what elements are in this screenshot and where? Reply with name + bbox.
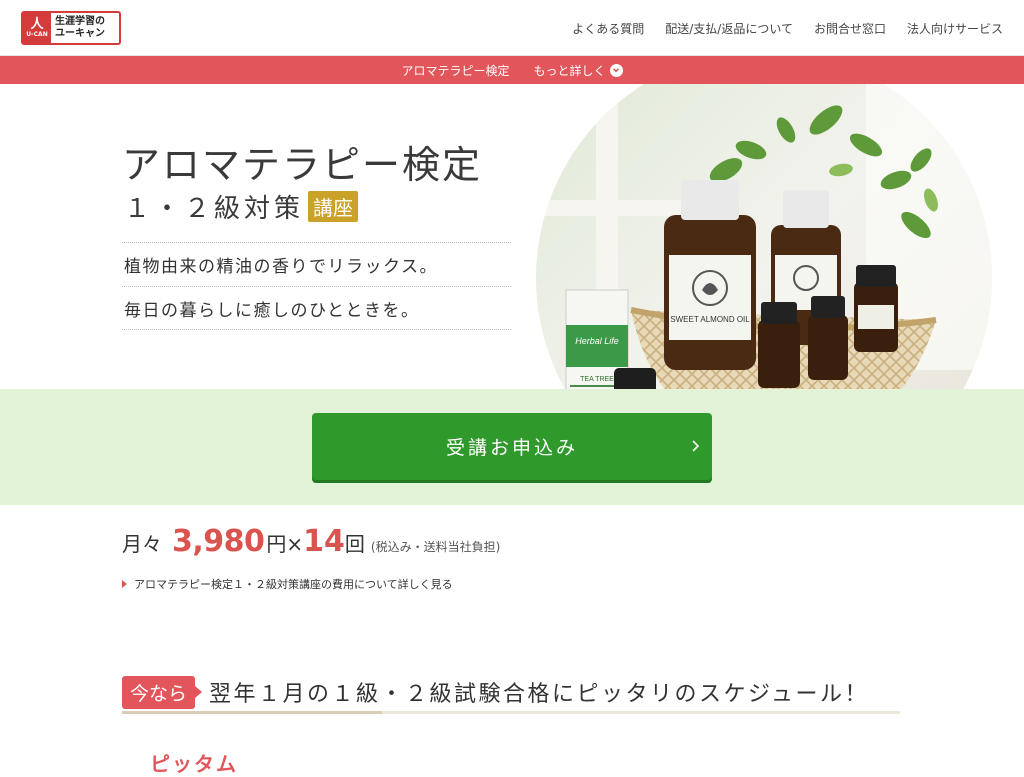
ucan-logo[interactable]: 人 U-CAN 生涯学習の ユーキャン xyxy=(21,11,121,45)
nav-shipping-payment-returns[interactable]: 配送/支払/返品について xyxy=(665,20,793,37)
price-details-link[interactable]: アロマテラピー検定１・２級対策講座の費用について詳しく見る xyxy=(122,576,453,592)
course-badge: 講座 xyxy=(308,191,359,222)
monthly-price: 月々 3,980 円× 14 回 (税込み・送料当社負担) xyxy=(122,524,500,559)
logo-mark-text: U-CAN xyxy=(26,30,48,38)
page-title: アロマテラピー検定 xyxy=(122,143,483,187)
more-details-toggle[interactable]: もっと詳しく xyxy=(534,62,623,79)
logo-line2: ユーキャン xyxy=(55,28,105,39)
nav-corporate-services[interactable]: 法人向けサービス xyxy=(907,20,1003,37)
nav-faq[interactable]: よくある質問 xyxy=(572,20,644,37)
hero-section: アロマテラピー検定 １・２級対策 講座 植物由来の精油の香りでリラックス。 毎日… xyxy=(0,84,1024,389)
logo-text: 生涯学習の ユーキャン xyxy=(51,13,119,43)
price-details-link-text: アロマテラピー検定１・２級対策講座の費用について詳しく見る xyxy=(134,578,453,591)
course-subbar: アロマテラピー検定 もっと詳しく xyxy=(0,56,1024,84)
apply-course-label: 受講お申込み xyxy=(445,437,578,459)
nav-contact[interactable]: お問合せ窓口 xyxy=(814,20,886,37)
hero-photo-aroma-oils: SWEET ALMOND OIL Herbal Life TEA TREE xyxy=(536,84,992,389)
section-divider xyxy=(122,711,900,714)
photo-label-herbal-life: Herbal Life xyxy=(575,336,619,346)
top-nav: よくある質問 配送/支払/返品について お問合せ窓口 法人向けサービス xyxy=(572,20,1003,37)
hero-subtitle-text: １・２級対策 xyxy=(124,194,305,224)
price-note: (税込み・送料当社負担) xyxy=(370,540,501,554)
tagline-2: 毎日の暮らしに癒しのひとときを。 xyxy=(122,286,511,330)
triangle-right-icon xyxy=(122,580,127,588)
ucan-logo-mark: 人 U-CAN xyxy=(23,13,51,43)
hero-subtitle: １・２級対策 講座 xyxy=(124,188,359,225)
photo-label-almond: SWEET ALMOND OIL xyxy=(670,315,750,324)
installment-count: 14 xyxy=(303,524,345,559)
chevron-down-icon xyxy=(609,63,623,77)
ucan-symbol-icon: 人 xyxy=(30,16,44,32)
apply-course-button[interactable]: 受講お申込み xyxy=(312,413,712,480)
now-badge: 今なら xyxy=(122,675,203,709)
site-header: 人 U-CAN 生涯学習の ユーキャン よくある質問 配送/支払/返品について … xyxy=(0,0,1024,56)
peek-heading: ピッタム xyxy=(150,752,238,776)
logo-line1: 生涯学習の xyxy=(55,16,105,27)
chevron-right-icon xyxy=(692,440,700,452)
price-amount: 3,980 xyxy=(172,524,265,559)
price-unit: 円× xyxy=(266,532,304,556)
now-title: 翌年１月の１級・２級試験合格にピッタリのスケジュール！ xyxy=(209,682,869,707)
tagline-1: 植物由来の精油の香りでリラックス。 xyxy=(122,242,511,286)
now-section-heading: 今なら 翌年１月の１級・２級試験合格にピッタリのスケジュール！ xyxy=(122,669,900,715)
price-lead: 月々 xyxy=(122,532,162,556)
cta-band: 受講お申込み xyxy=(0,389,1024,505)
subbar-course-title[interactable]: アロマテラピー検定 xyxy=(401,62,509,79)
hero-taglines: 植物由来の精油の香りでリラックス。 毎日の暮らしに癒しのひとときを。 xyxy=(122,242,511,330)
more-details-label: もっと詳しく xyxy=(533,63,606,78)
installment-unit: 回 xyxy=(344,532,365,556)
photo-label-tea-tree: TEA TREE xyxy=(580,376,614,383)
